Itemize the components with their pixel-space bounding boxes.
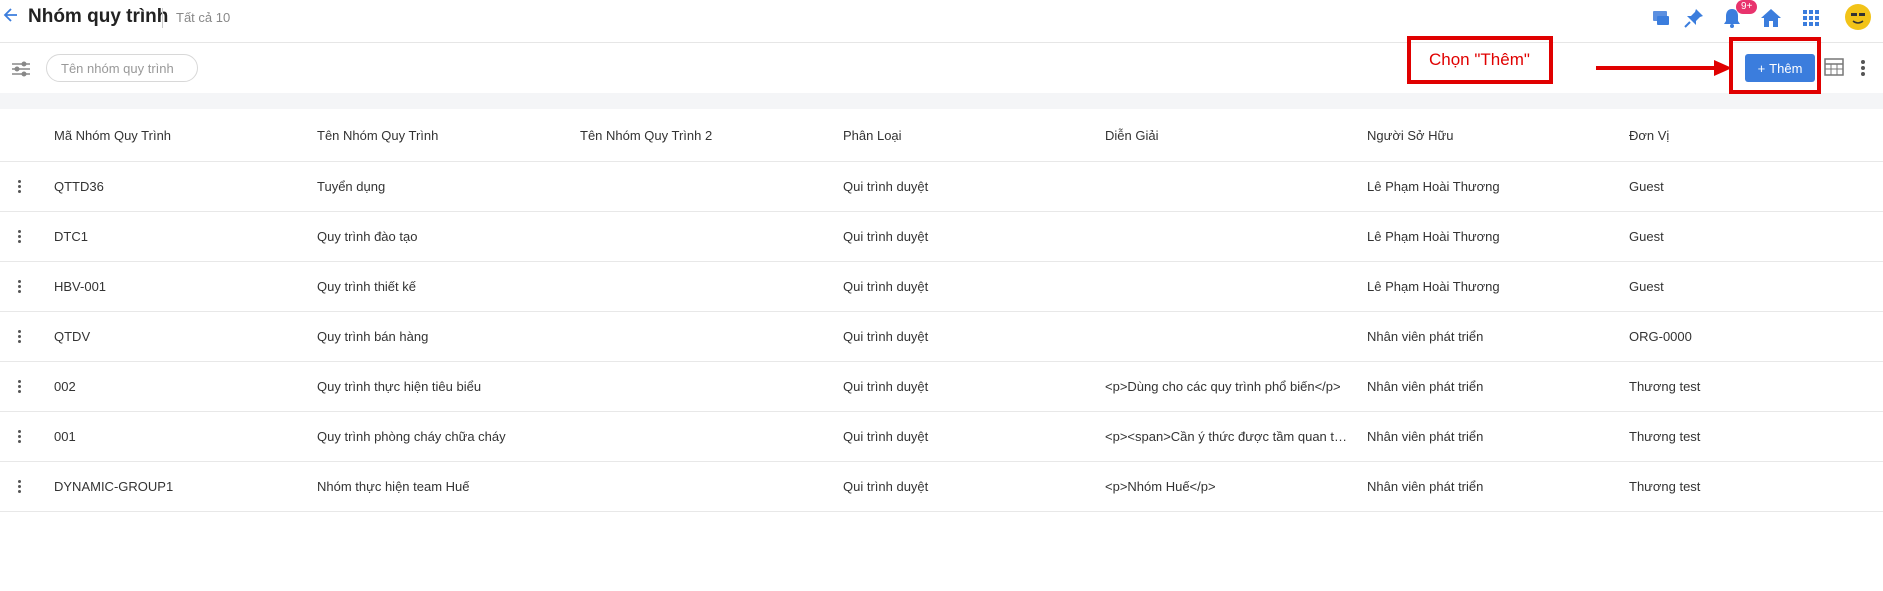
table-cell: QTTD36 (54, 161, 317, 212)
table-cell (1105, 211, 1367, 262)
table-cell: Quy trình bán hàng (317, 311, 580, 362)
table-row[interactable]: HBV-001 Quy trình thiết kế Qui trình duy… (0, 261, 1883, 312)
table-cell: Qui trình duyệt (843, 161, 1105, 212)
table-cell: Lê Phạm Hoài Thương (1367, 261, 1629, 312)
table-cell: Qui trình duyệt (843, 411, 1105, 462)
row-menu-icon[interactable] (0, 161, 54, 212)
filter-settings-icon[interactable] (10, 58, 32, 80)
row-action-header (0, 109, 54, 162)
table-cell: Guest (1629, 211, 1883, 262)
row-menu-icon[interactable] (0, 211, 54, 262)
table-cell (580, 161, 843, 212)
table-cell: ORG-0000 (1629, 311, 1883, 362)
table-cell: Thương test (1629, 361, 1883, 412)
cell-text: <p>Dùng cho các quy trình phổ biến</p> (1105, 379, 1341, 394)
column-header[interactable]: Tên Nhóm Quy Trình 2 (580, 109, 843, 162)
table-cell: DTC1 (54, 211, 317, 262)
table-cell: Qui trình duyệt (843, 461, 1105, 512)
toolbar-separator (0, 93, 1883, 109)
top-bar: Nhóm quy trình Tất cả 10 9+ (0, 0, 1883, 43)
table-cell: Qui trình duyệt (843, 261, 1105, 312)
annotation-arrow-icon (1596, 60, 1732, 76)
table-cell: Lê Phạm Hoài Thương (1367, 161, 1629, 212)
table-cell: <p>Dùng cho các quy trình phổ biến</p> (1105, 361, 1367, 412)
table-cell: QTDV (54, 311, 317, 362)
table-row[interactable]: DTC1 Quy trình đào tạo Qui trình duyệt L… (0, 211, 1883, 262)
avatar[interactable] (1843, 2, 1873, 32)
table-cell: Guest (1629, 161, 1883, 212)
row-menu-icon[interactable] (0, 461, 54, 512)
table-cell (580, 211, 843, 262)
table-cell: <p><span>Cần ý thức được tầm quan trọ... (1105, 411, 1367, 462)
table-cell: Nhóm thực hiện team Huế (317, 461, 580, 512)
table-cell: Thương test (1629, 461, 1883, 512)
table-row[interactable]: QTDV Quy trình bán hàng Qui trình duyệt … (0, 311, 1883, 362)
table-cell: Tuyển dụng (317, 161, 580, 212)
page-title: Nhóm quy trình (28, 6, 169, 27)
pin-icon[interactable] (1682, 6, 1706, 30)
more-options-icon[interactable] (1860, 58, 1866, 78)
column-header[interactable]: Người Sở Hữu (1367, 109, 1629, 162)
title-divider (162, 8, 163, 28)
table-cell (580, 361, 843, 412)
table-row[interactable]: 002 Quy trình thực hiện tiêu biểu Qui tr… (0, 361, 1883, 412)
table-cell: Quy trình phòng cháy chữa cháy (317, 411, 580, 462)
column-header[interactable]: Tên Nhóm Quy Trình (317, 109, 580, 162)
annotation-callout-text: Chọn "Thêm" (1429, 50, 1530, 69)
table-cell: Nhân viên phát triển (1367, 311, 1629, 362)
add-prefix: + (1757, 60, 1766, 76)
apps-grid-icon[interactable] (1799, 6, 1823, 30)
table-cell (580, 461, 843, 512)
add-button-label: Thêm (1769, 60, 1803, 76)
table-cell: Quy trình thiết kế (317, 261, 580, 312)
home-icon[interactable] (1759, 6, 1783, 30)
table-cell: Lê Phạm Hoài Thương (1367, 211, 1629, 262)
table-cell: 002 (54, 361, 317, 412)
process-group-table: Mã Nhóm Quy Trình Tên Nhóm Quy Trình Tên… (0, 109, 1883, 512)
table-cell: Nhân viên phát triển (1367, 411, 1629, 462)
table-cell: DYNAMIC-GROUP1 (54, 461, 317, 512)
table-cell: <p>Nhóm Huế</p> (1105, 461, 1367, 512)
table-view-icon[interactable] (1824, 58, 1844, 76)
cell-text: <p>Nhóm Huế</p> (1105, 479, 1216, 494)
table-cell (1105, 311, 1367, 362)
table-row[interactable]: 001 Quy trình phòng cháy chữa cháy Qui t… (0, 411, 1883, 462)
table-row[interactable]: DYNAMIC-GROUP1 Nhóm thực hiện team Huế Q… (0, 461, 1883, 512)
table-cell: 001 (54, 411, 317, 462)
table-cell (580, 311, 843, 362)
table-cell: Quy trình thực hiện tiêu biểu (317, 361, 580, 412)
cell-text: <p><span>Cần ý thức được tầm quan trọ... (1105, 429, 1351, 444)
table-cell: Qui trình duyệt (843, 311, 1105, 362)
row-menu-icon[interactable] (0, 261, 54, 312)
search-input[interactable] (46, 54, 198, 82)
table-cell: Thương test (1629, 411, 1883, 462)
table-row[interactable]: QTTD36 Tuyển dụng Qui trình duyệt Lê Phạ… (0, 161, 1883, 212)
add-button[interactable]: + Thêm (1745, 54, 1815, 82)
table-cell (580, 411, 843, 462)
row-menu-icon[interactable] (0, 361, 54, 412)
column-header[interactable]: Đơn Vị (1629, 109, 1883, 162)
table-header-row: Mã Nhóm Quy Trình Tên Nhóm Quy Trình Tên… (0, 109, 1883, 162)
record-count: Tất cả 10 (176, 10, 231, 25)
table-cell (1105, 261, 1367, 312)
row-menu-icon[interactable] (0, 411, 54, 462)
table-cell (1105, 161, 1367, 212)
table-cell: Nhân viên phát triển (1367, 361, 1629, 412)
table-cell: Quy trình đào tạo (317, 211, 580, 262)
column-header[interactable]: Phân Loại (843, 109, 1105, 162)
table-cell: Qui trình duyệt (843, 361, 1105, 412)
annotation-callout: Chọn "Thêm" (1407, 36, 1553, 84)
table-cell: Qui trình duyệt (843, 211, 1105, 262)
back-arrow-icon[interactable] (2, 7, 22, 27)
table-cell: Guest (1629, 261, 1883, 312)
table-cell: Nhân viên phát triển (1367, 461, 1629, 512)
table-cell (580, 261, 843, 312)
notification-badge: 9+ (1736, 0, 1758, 14)
row-menu-icon[interactable] (0, 311, 54, 362)
column-header[interactable]: Mã Nhóm Quy Trình (54, 109, 317, 162)
chat-icon[interactable] (1648, 6, 1672, 30)
table-cell: HBV-001 (54, 261, 317, 312)
column-header[interactable]: Diễn Giải (1105, 109, 1367, 162)
